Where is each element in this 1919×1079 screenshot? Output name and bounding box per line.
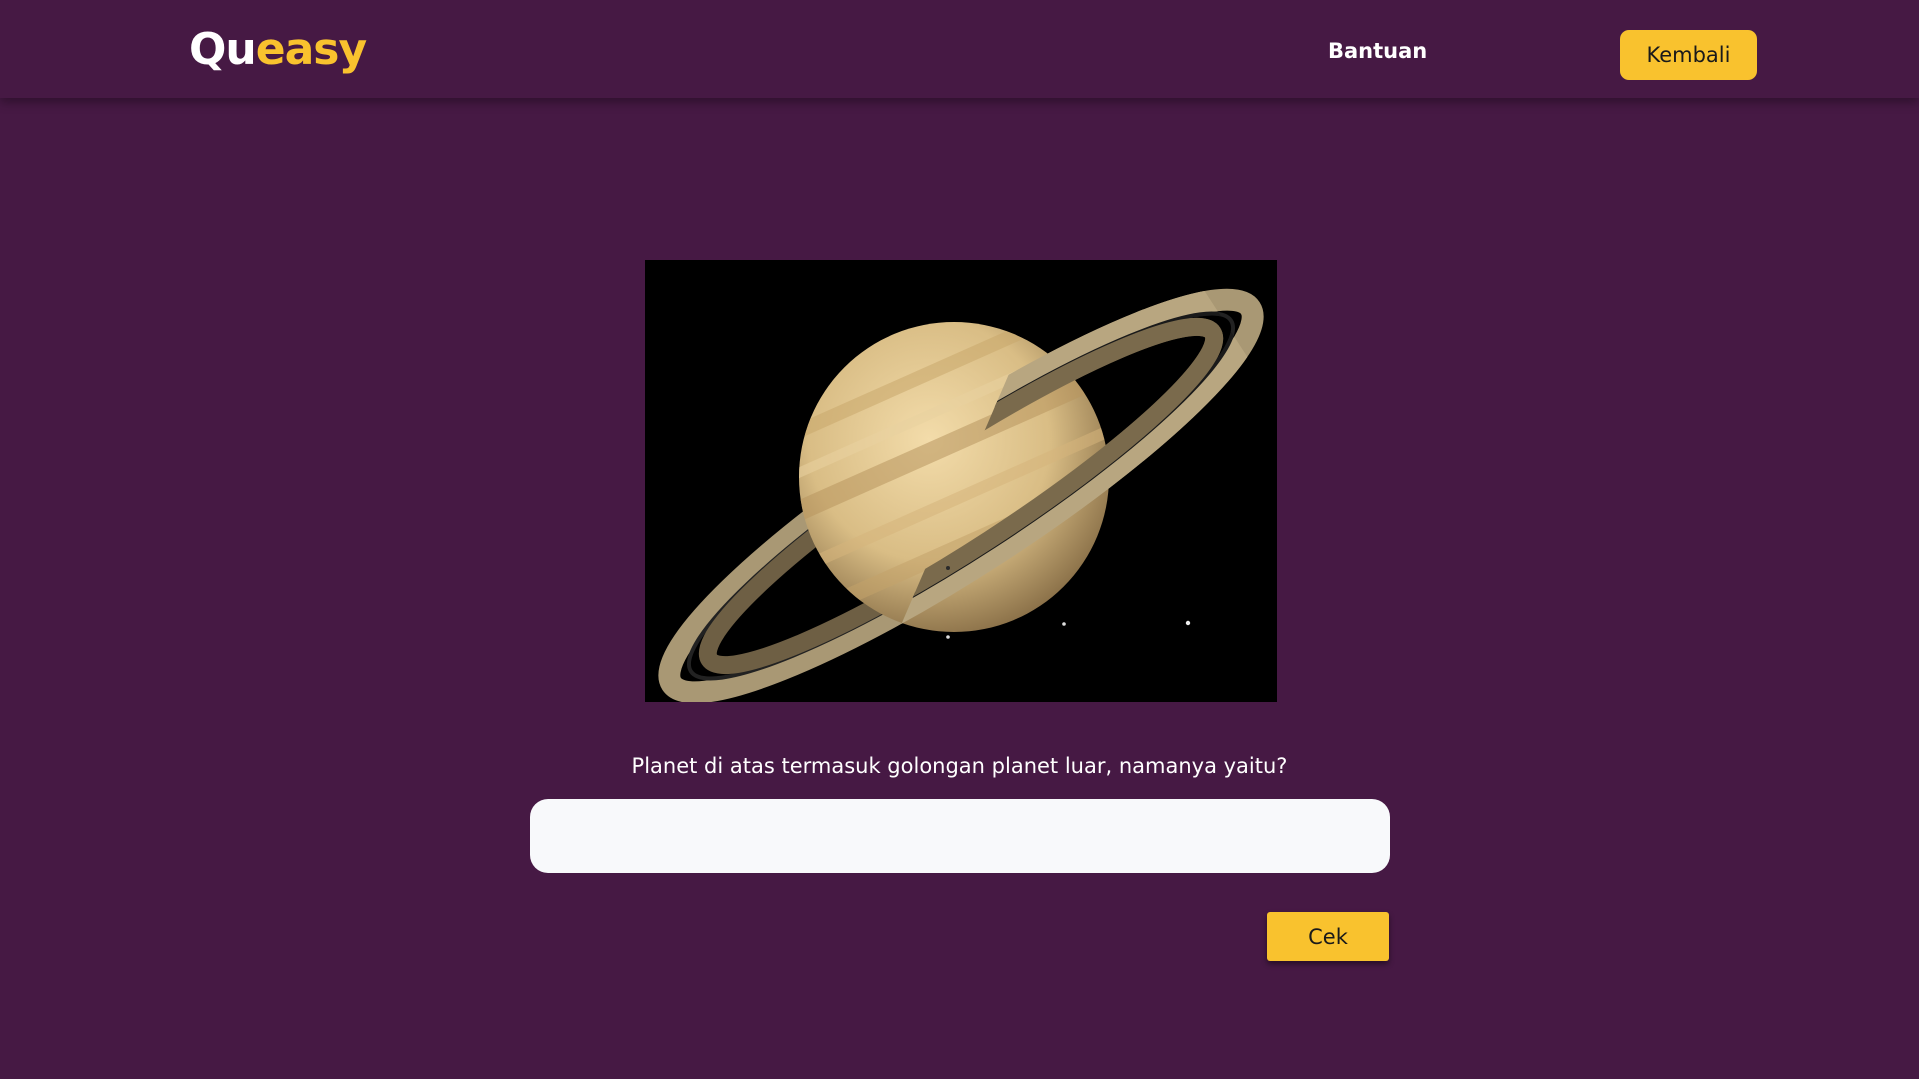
saturn-illustration <box>645 260 1277 702</box>
help-link[interactable]: Bantuan <box>1328 36 1427 66</box>
answer-input[interactable] <box>530 799 1390 873</box>
logo-text-easy: easy <box>255 24 367 75</box>
check-button[interactable]: Cek <box>1267 912 1389 961</box>
navbar: Queasy Bantuan Kembali <box>0 0 1919 98</box>
question-image <box>645 260 1277 702</box>
logo[interactable]: Queasy <box>189 22 367 78</box>
back-button[interactable]: Kembali <box>1620 30 1757 80</box>
question-text: Planet di atas termasuk golongan planet … <box>631 754 1288 778</box>
logo-text-qu: Qu <box>189 24 257 75</box>
